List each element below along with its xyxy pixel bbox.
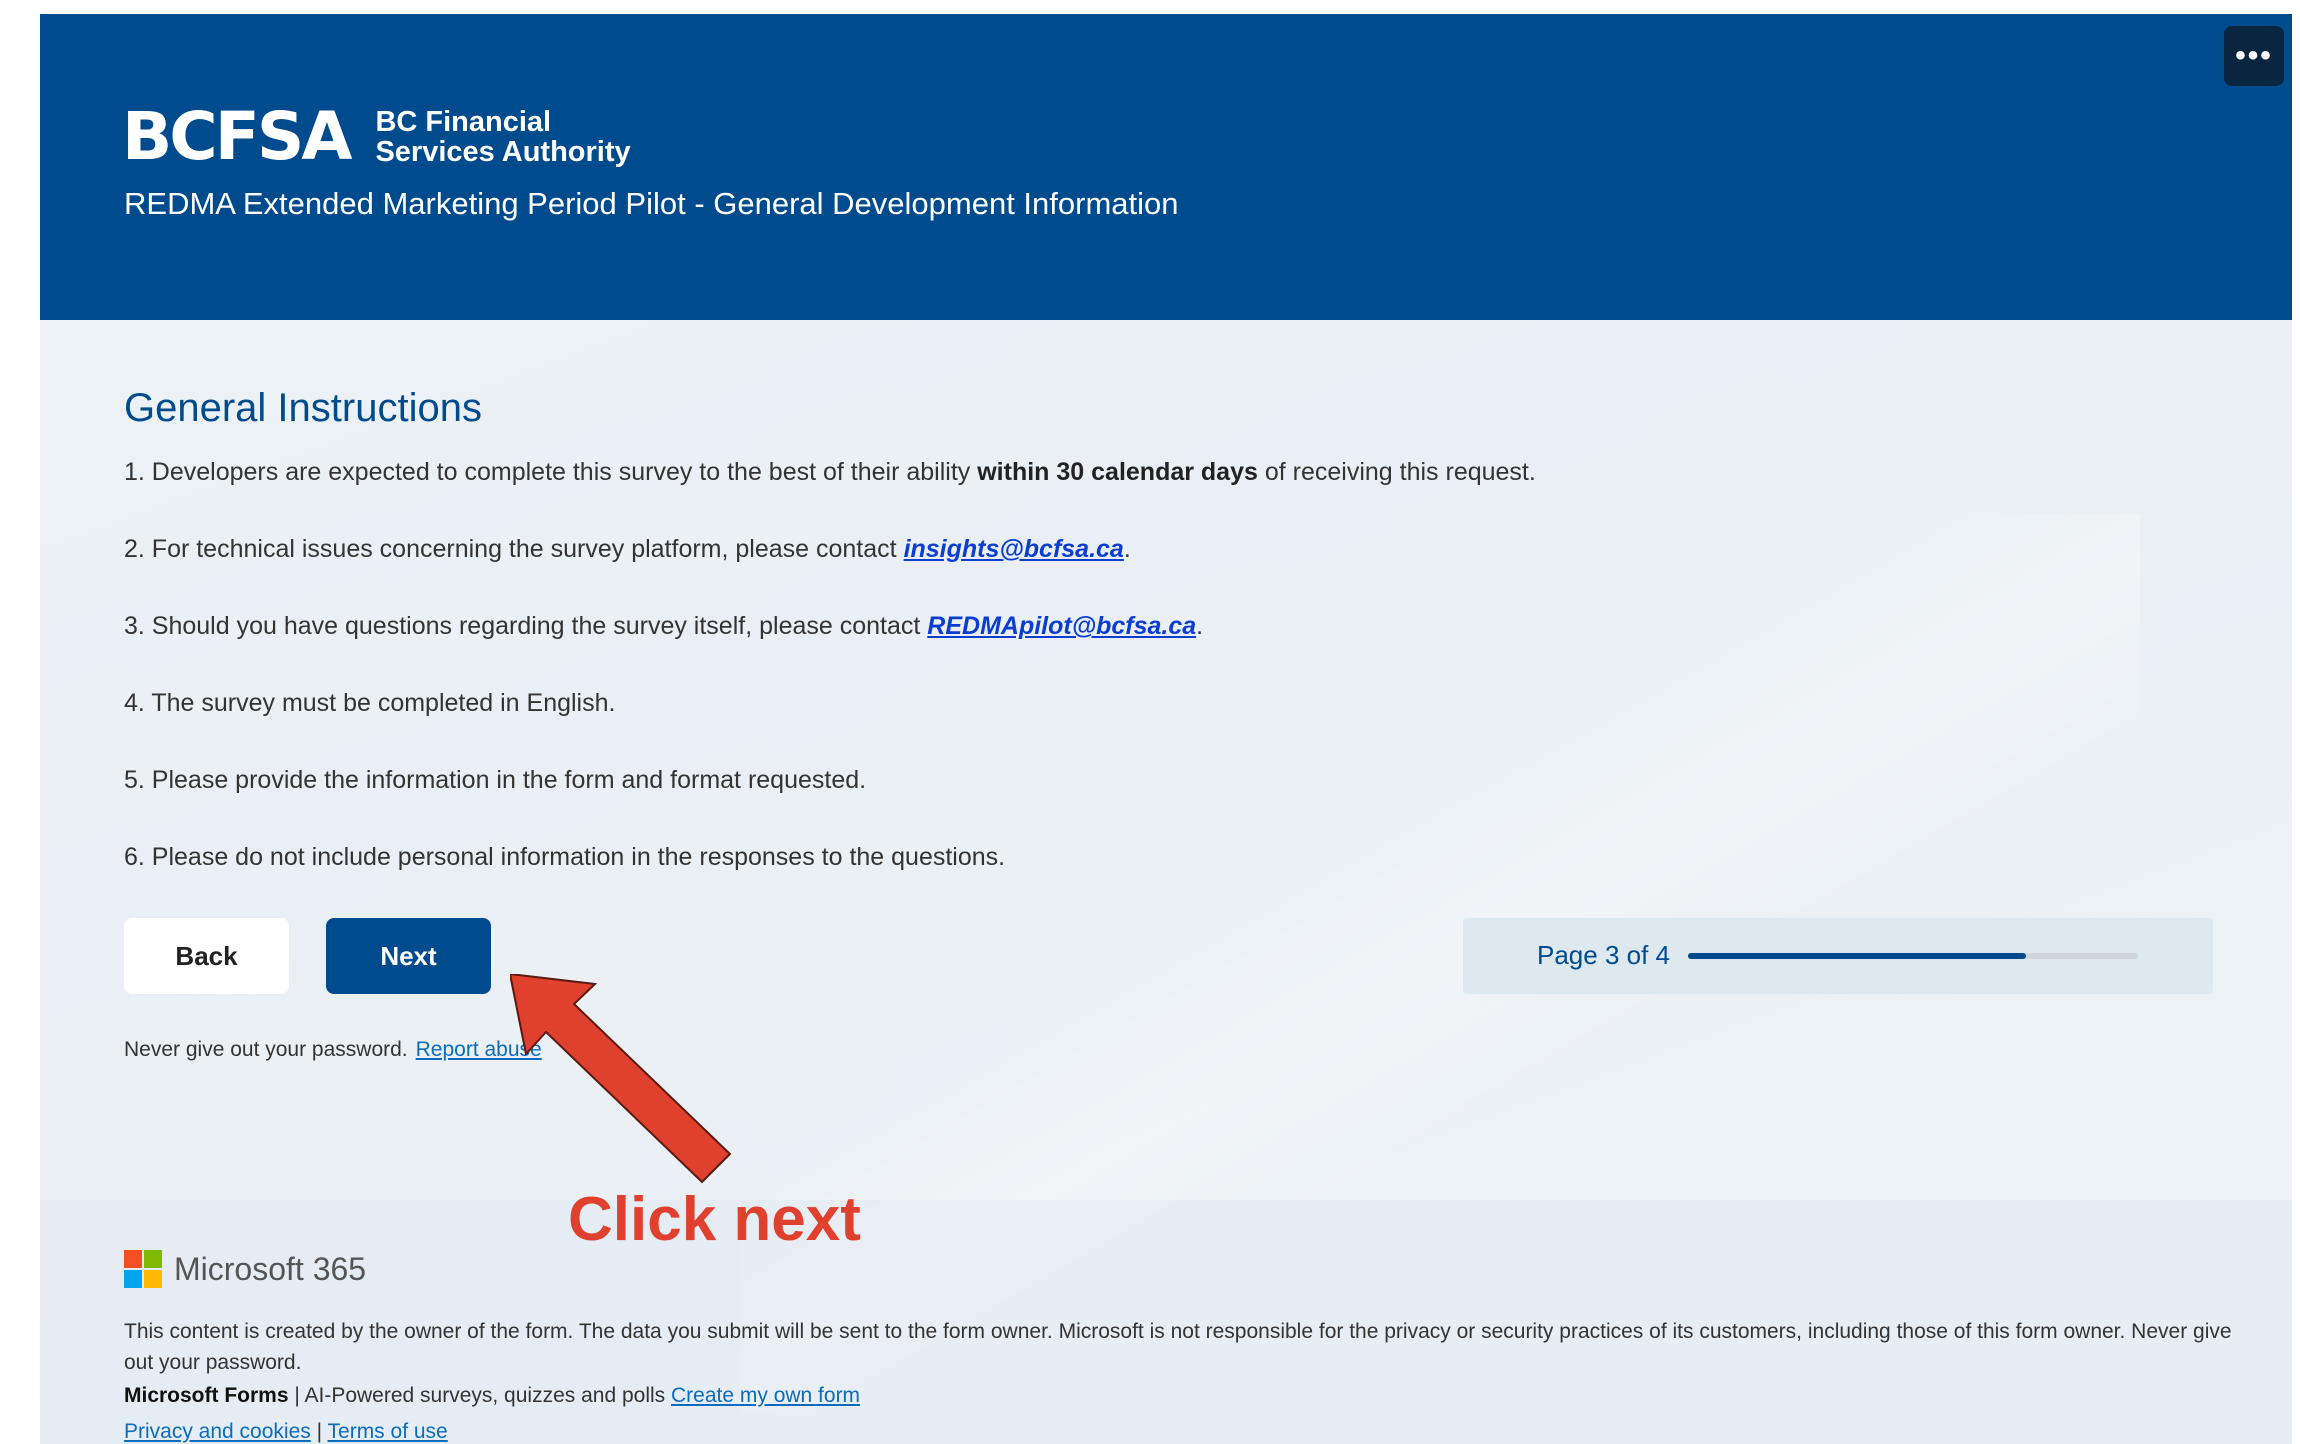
ellipsis-icon: ••• — [2235, 39, 2273, 72]
instruction-item-3: 3. Should you have questions regarding t… — [124, 612, 1204, 640]
footer: Microsoft 365 This content is created by… — [40, 1200, 2292, 1444]
instructions-list: 1. Developers are expected to complete t… — [124, 454, 2224, 916]
terms-link[interactable]: Terms of use — [328, 1420, 448, 1443]
back-button[interactable]: Back — [124, 918, 289, 994]
page-indicator: Page 3 of 4 — [1537, 940, 1670, 970]
forms-page: ••• BCFSA BC Financial Services Authorit… — [40, 14, 2292, 1444]
more-options-button[interactable]: ••• — [2224, 26, 2284, 86]
click-next-annotation: Click next — [568, 1185, 861, 1254]
microsoft-forms-label: Microsoft Forms — [124, 1384, 289, 1407]
privacy-link[interactable]: Privacy and cookies — [124, 1420, 311, 1443]
instruction-item-2: 2. For technical issues concerning the s… — [124, 535, 1131, 563]
instruction-item-5: 5. Please provide the information in the… — [124, 766, 867, 794]
footer-disclaimer: This content is created by the owner of … — [124, 1320, 2232, 1374]
microsoft-365-label: Microsoft 365 — [174, 1250, 367, 1287]
instruction-item-1: 1. Developers are expected to complete t… — [124, 458, 1536, 486]
redmapilot-email-link[interactable]: REDMApilot@bcfsa.ca — [927, 612, 1196, 640]
bcfsa-logo: BCFSA BC Financial Services Authority — [122, 104, 631, 170]
logo-mark: BCFSA — [122, 98, 352, 175]
create-form-link[interactable]: Create my own form — [671, 1384, 860, 1407]
footer-legal-links: Privacy and cookies | Terms of use — [124, 1420, 448, 1443]
password-warning-text: Never give out your password. — [124, 1038, 408, 1061]
page-progress: Page 3 of 4 — [1463, 918, 2213, 994]
logo-text: BC Financial Services Authority — [375, 107, 630, 167]
form-title: REDMA Extended Marketing Period Pilot - … — [124, 186, 1179, 221]
red-arrow-annotation — [510, 974, 732, 1184]
microsoft-logo-icon — [124, 1250, 162, 1288]
instruction-item-4: 4. The survey must be completed in Engli… — [124, 689, 616, 717]
footer-product-line: Microsoft Forms | AI-Powered surveys, qu… — [124, 1384, 860, 1408]
logo-line-1: BC Financial — [375, 106, 552, 138]
form-header: ••• BCFSA BC Financial Services Authorit… — [40, 14, 2292, 320]
progress-track — [1688, 953, 2138, 959]
next-button[interactable]: Next — [326, 918, 491, 994]
microsoft-365-logo: Microsoft 365 — [124, 1250, 366, 1288]
footer-tagline: | AI-Powered surveys, quizzes and polls — [288, 1384, 671, 1407]
section-title: General Instructions — [124, 386, 482, 430]
password-warning: Never give out your password. Report abus… — [124, 1038, 542, 1062]
instruction-item-6: 6. Please do not include personal inform… — [124, 843, 1006, 871]
insights-email-link[interactable]: insights@bcfsa.ca — [904, 535, 1124, 563]
logo-line-2: Services Authority — [375, 136, 631, 168]
progress-fill — [1688, 953, 2026, 959]
